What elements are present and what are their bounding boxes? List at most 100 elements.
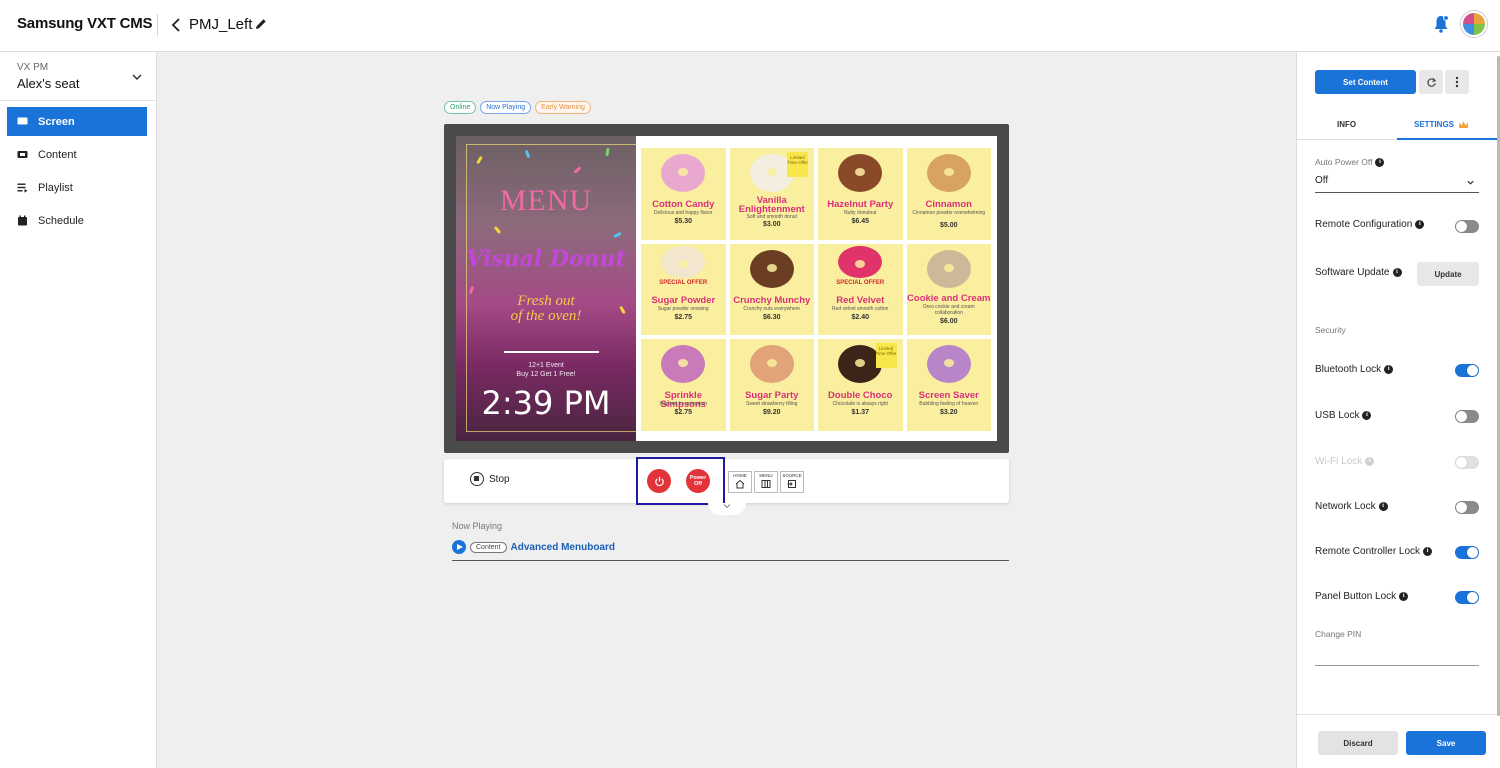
shop-name: Visual Donut [466, 246, 626, 272]
info-icon[interactable]: i [1378, 502, 1388, 511]
donut-image [838, 245, 883, 278]
now-playing-item[interactable]: Content Advanced Menuboard [452, 540, 615, 554]
sidebar-item-schedule[interactable]: Schedule [7, 206, 147, 235]
stop-button[interactable]: Stop [470, 472, 510, 486]
item-desc: Soft and smooth donut [746, 214, 797, 220]
notification-bell-icon[interactable] [1432, 14, 1450, 34]
auto-power-off-label: Auto Power Off i [1315, 157, 1385, 167]
home-key-button[interactable]: HOME [728, 471, 752, 493]
set-content-button[interactable]: Set Content [1315, 70, 1416, 94]
software-update-label: Software Update i [1315, 267, 1402, 278]
info-icon: i [1365, 457, 1375, 466]
divider [452, 560, 1009, 561]
stop-icon [470, 472, 484, 486]
donut-image [661, 345, 706, 384]
source-key-button[interactable]: SOURCE [780, 471, 804, 493]
sidebar-item-label: Playlist [38, 181, 73, 194]
info-icon[interactable]: i [1415, 220, 1425, 229]
special-offer-tag: SPECIAL OFFER [836, 279, 885, 286]
divider [1297, 714, 1500, 715]
info-icon[interactable]: i [1384, 365, 1394, 374]
auto-power-off-select[interactable]: Off [1315, 175, 1479, 193]
divider [0, 100, 157, 101]
event-line-2: Buy 12 Get 1 Free! [516, 371, 576, 378]
change-pin-input[interactable] [1315, 665, 1479, 666]
item-price: $3.20 [939, 409, 958, 417]
key-label: SOURCE [782, 473, 802, 478]
item-name: Crunchy Munchy [733, 294, 811, 306]
bluetooth-lock-label: Bluetooth Lock i [1315, 364, 1394, 375]
now-playing-title[interactable]: Advanced Menuboard [511, 542, 615, 553]
chevron-down-icon[interactable] [131, 71, 143, 83]
sidebar-item-label: Screen [38, 115, 75, 128]
refresh-button[interactable] [1419, 70, 1443, 94]
info-icon[interactable]: i [1375, 157, 1385, 167]
header-divider [157, 14, 158, 36]
discard-button[interactable]: Discard [1318, 731, 1398, 755]
sidebar-item-label: Content [38, 148, 77, 161]
item-price: $6.30 [762, 313, 781, 321]
item-price: $3.00 [762, 221, 781, 228]
info-icon[interactable]: i [1423, 547, 1433, 556]
network-lock-toggle[interactable] [1455, 501, 1479, 514]
chevron-down-icon [723, 504, 731, 509]
special-offer-tag: SPECIAL OFFER [659, 279, 708, 286]
preview-content: MENU Visual Donut Fresh out of the oven!… [456, 136, 997, 441]
donut-image [661, 154, 706, 192]
wifi-lock-toggle [1455, 456, 1479, 469]
menu-grid: Cotton Candy Delicious and happy flavor $5… [641, 148, 991, 431]
item-desc: Red velvet smooth cotton [832, 305, 889, 312]
item-name: Red Velvet [836, 294, 885, 306]
play-icon [452, 540, 466, 554]
donut-image [749, 249, 794, 288]
menu-item: Cotton Candy Delicious and happy flavor $5… [641, 148, 726, 240]
row-label: USB Lock [1315, 410, 1360, 421]
item-desc: Sugar powder snowing [657, 305, 709, 312]
item-desc: Cinnamon powder overwhelming [912, 210, 986, 216]
content-type-chip: Content [470, 541, 507, 553]
tab-settings[interactable]: SETTINGS [1414, 120, 1469, 129]
panel-button-lock-label: Panel Button Lock i [1315, 591, 1409, 602]
info-icon[interactable]: i [1392, 268, 1402, 277]
menu-key-button[interactable]: MENU [754, 471, 778, 493]
tagline-line-1: Fresh out [517, 293, 575, 309]
chevron-down-icon [1467, 180, 1474, 185]
item-name: Hazelnut Party [827, 199, 894, 210]
bluetooth-lock-toggle[interactable] [1455, 364, 1479, 377]
donut-image [661, 245, 706, 278]
playback-control-bar: Stop Power Off HOME MENU SOURCE [444, 459, 1009, 503]
menu-title: MENU [499, 184, 593, 217]
remote-controller-lock-toggle[interactable] [1455, 546, 1479, 559]
remote-configuration-toggle[interactable] [1455, 220, 1479, 233]
menu-item: SPECIAL OFFER Sugar Powder Sugar powder sn… [641, 243, 726, 336]
usb-lock-toggle[interactable] [1455, 410, 1479, 423]
item-desc: Bubbling feeling of heaven [919, 401, 979, 408]
status-badge-now-playing: Now Playing [480, 101, 532, 114]
info-icon[interactable]: i [1399, 592, 1409, 601]
limited-offer-tag: Limited Time Offer [875, 343, 897, 369]
info-icon[interactable]: i [1362, 411, 1372, 420]
source-icon [787, 480, 796, 488]
tab-info[interactable]: INFO [1337, 120, 1356, 129]
home-icon [735, 479, 745, 489]
sidebar-item-content[interactable]: Content [7, 140, 147, 169]
sidebar-item-playlist[interactable]: Playlist [7, 173, 147, 202]
key-label: MENU [759, 473, 773, 478]
panel-button-lock-toggle[interactable] [1455, 591, 1479, 604]
sidebar-item-screen[interactable]: Screen [7, 107, 147, 136]
save-button[interactable]: Save [1406, 731, 1486, 755]
workspace-name[interactable]: Alex's seat [17, 76, 79, 91]
user-avatar[interactable] [1461, 11, 1487, 37]
event-line-1: 12+1 Event [528, 362, 564, 369]
pencil-icon[interactable] [254, 17, 268, 31]
collapse-toggle[interactable] [708, 503, 746, 515]
back-arrow-icon[interactable] [168, 14, 184, 36]
more-options-button[interactable] [1445, 70, 1469, 94]
clock-time: 2:39 PM [481, 384, 611, 422]
now-playing-label: Now Playing [452, 521, 503, 531]
field-label: Auto Power Off [1315, 157, 1373, 167]
update-button[interactable]: Update [1417, 262, 1479, 286]
menu-item: Cookie and Cream Oreo cookie and cream co… [906, 243, 991, 336]
playlist-icon [17, 183, 28, 193]
promo-panel: MENU Visual Donut Fresh out of the oven!… [456, 136, 636, 441]
